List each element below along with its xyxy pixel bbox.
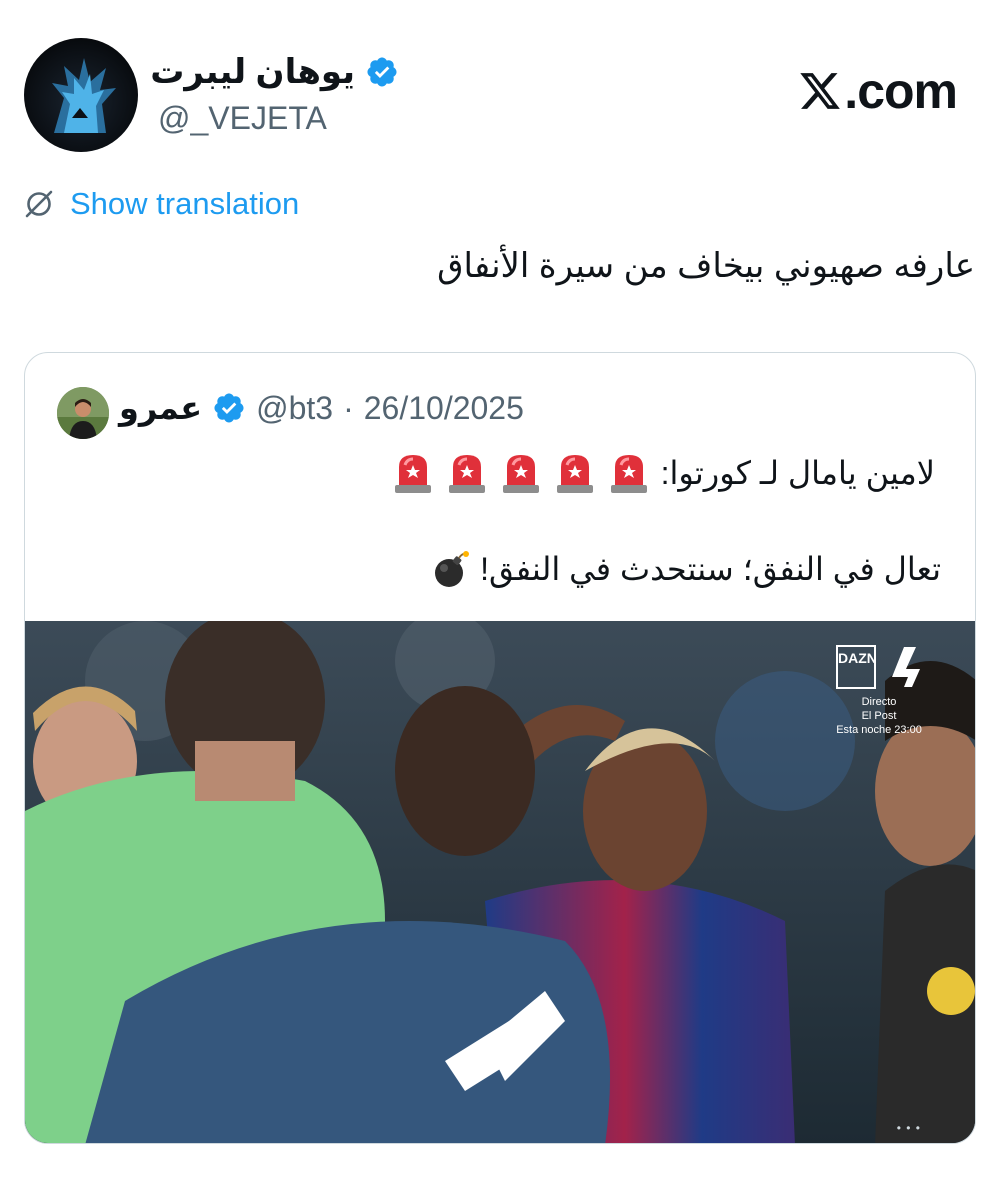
quote-author-handle[interactable]: @bt3 bbox=[256, 390, 333, 427]
overlay-line: Esta noche 23:00 bbox=[836, 724, 922, 736]
tweet-text: عارفه صهيوني بيخاف من سيرة الأنفاق bbox=[437, 247, 975, 285]
broadcast-overlay: DAZN Directo El Post Esta noche 23:00 bbox=[829, 645, 929, 737]
author-display-name[interactable]: يوهان ليبرت bbox=[150, 52, 355, 92]
verified-badge-icon bbox=[367, 57, 397, 87]
brand-label: .com bbox=[844, 63, 958, 119]
siren-emoji-group bbox=[393, 451, 649, 495]
rotating-light-emoji-icon bbox=[394, 455, 431, 493]
overlay-line: Directo bbox=[861, 696, 897, 708]
quote-date[interactable]: 26/10/2025 bbox=[364, 390, 524, 427]
brand-watermark: .com bbox=[798, 62, 958, 120]
quote-text-line-1: لامين يامال لـ كورتوا: bbox=[393, 451, 935, 495]
author-avatar[interactable] bbox=[24, 38, 138, 152]
rotating-light-emoji-icon bbox=[448, 455, 485, 493]
quoted-tweet-card[interactable]: عمرو @bt3 · 26/10/2025 لامين يامال لـ كو… bbox=[24, 352, 976, 1144]
verified-badge-icon bbox=[214, 393, 244, 423]
media-corner-dots: • • • bbox=[896, 1121, 921, 1135]
rotating-light-emoji-icon bbox=[556, 455, 593, 493]
author-handle[interactable]: @_VEJETA bbox=[158, 100, 327, 137]
meta-separator: · bbox=[343, 389, 354, 426]
rotating-light-emoji-icon bbox=[610, 455, 647, 493]
quote-meta: عمرو @bt3 · 26/10/2025 bbox=[119, 389, 524, 427]
overlay-line: El Post bbox=[861, 710, 897, 722]
quote-line-1-text: لامين يامال لـ كورتوا: bbox=[660, 455, 935, 491]
show-translation-button[interactable]: Show translation bbox=[22, 186, 299, 222]
translate-globe-icon bbox=[25, 190, 53, 218]
avatar-image bbox=[52, 58, 116, 133]
bomb-emoji-icon bbox=[435, 551, 470, 587]
dazn-logo: DAZN bbox=[836, 645, 877, 689]
laliga-logo-icon bbox=[892, 647, 920, 687]
quote-author-avatar[interactable] bbox=[57, 387, 109, 439]
show-translation-label: Show translation bbox=[70, 186, 300, 221]
author-name-row: يوهان ليبرت bbox=[150, 52, 399, 92]
quote-media-image[interactable]: DAZN Directo El Post Esta noche 23:00 • … bbox=[25, 621, 975, 1143]
quote-line-2-text: تعال في النفق؛ سنتحدث في النفق! bbox=[480, 551, 941, 587]
x-logo-icon bbox=[800, 73, 841, 109]
quote-text-line-2: تعال في النفق؛ سنتحدث في النفق! bbox=[432, 549, 941, 589]
rotating-light-emoji-icon bbox=[502, 455, 539, 493]
quote-avatar-image bbox=[57, 387, 109, 439]
quote-author-name[interactable]: عمرو bbox=[119, 389, 202, 427]
